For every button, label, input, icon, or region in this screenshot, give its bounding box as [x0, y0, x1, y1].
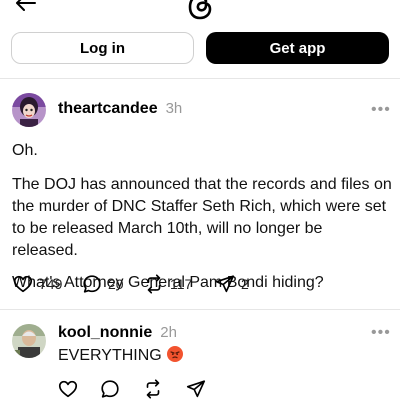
more-options-icon[interactable]: ••• — [371, 101, 391, 119]
comment-icon — [83, 275, 101, 293]
reply-button[interactable]: 20 — [81, 273, 124, 295]
reply-time: 2h — [160, 324, 177, 341]
comment-icon — [101, 380, 119, 398]
repost-count: 117 — [170, 276, 193, 292]
avatar[interactable] — [12, 93, 46, 127]
reply-text: EVERYTHING — [58, 347, 162, 364]
post-time: 3h — [165, 100, 183, 117]
send-icon — [215, 275, 235, 293]
repost-button[interactable]: 117 — [143, 273, 192, 295]
post-paragraph: What's Attorney General Pam Bondi hiding… — [12, 274, 324, 291]
heart-icon — [58, 380, 78, 398]
post-body: Oh. The DOJ has announced that the recor… — [12, 140, 392, 294]
post: theartcandee 3h ••• Oh. The DOJ has anno… — [0, 78, 400, 308]
repost-icon — [146, 379, 160, 399]
reply-button[interactable] — [99, 378, 121, 400]
post-header: theartcandee 3h — [58, 100, 182, 118]
avatar[interactable] — [12, 324, 46, 358]
post-paragraph: The DOJ has announced that the records a… — [12, 176, 392, 259]
share-button[interactable]: 2 — [214, 273, 249, 295]
reply-username[interactable]: kool_nonnie — [58, 324, 152, 342]
reply-count: 20 — [108, 276, 124, 292]
angry-face-icon — [166, 346, 183, 362]
top-bar — [0, 0, 400, 22]
repost-button[interactable] — [142, 378, 164, 400]
more-options-icon[interactable]: ••• — [371, 324, 391, 342]
reply-header: kool_nonnie 2h — [58, 324, 177, 342]
post-username[interactable]: theartcandee — [58, 100, 158, 118]
repost-icon — [147, 274, 161, 294]
heart-icon — [13, 275, 33, 293]
reply-body: EVERYTHING — [58, 345, 183, 367]
threads-logo-icon[interactable] — [186, 0, 214, 21]
arrow-left-icon[interactable] — [14, 0, 38, 12]
get-app-button[interactable]: Get app — [206, 32, 389, 64]
post-paragraph: Oh. — [12, 142, 38, 159]
send-icon — [186, 380, 206, 398]
share-button[interactable] — [185, 378, 207, 400]
like-count: 749 — [39, 276, 63, 292]
reply: kool_nonnie 2h ••• EVERYTHING — [0, 310, 400, 400]
share-count: 2 — [241, 276, 249, 292]
like-button[interactable] — [57, 378, 79, 400]
login-button[interactable]: Log in — [11, 32, 194, 64]
like-button[interactable]: 749 — [12, 273, 62, 295]
